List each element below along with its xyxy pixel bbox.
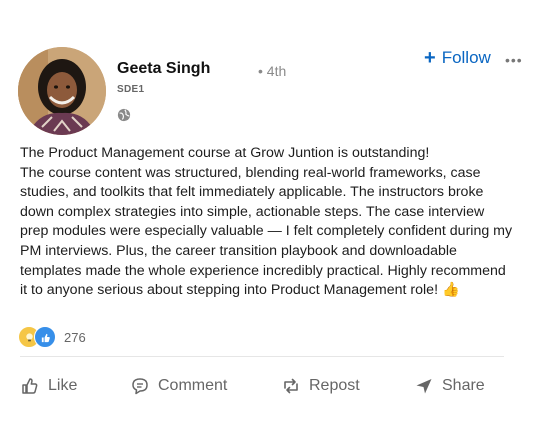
plus-icon: + (424, 47, 436, 69)
connection-degree: • 4th (258, 63, 287, 79)
divider (20, 356, 504, 357)
profile-photo (18, 47, 106, 135)
follow-button[interactable]: + Follow (424, 48, 491, 68)
share-button[interactable]: Share (414, 376, 485, 396)
repost-label: Repost (309, 377, 360, 394)
avatar[interactable] (18, 47, 106, 135)
thumbs-up-icon (22, 378, 38, 394)
post-line: The Product Management course at Grow Ju… (20, 145, 430, 161)
author-headline: SDE1 (117, 84, 145, 95)
send-icon (416, 379, 432, 394)
reactions-summary[interactable]: 276 (18, 326, 86, 348)
comment-button[interactable]: Comment (130, 376, 227, 396)
author-name[interactable]: Geeta Singh (117, 60, 210, 78)
comment-label: Comment (158, 377, 228, 394)
like-button[interactable]: Like (20, 376, 77, 396)
follow-label: Follow (441, 48, 491, 67)
comment-icon (132, 378, 148, 395)
post-line: The course content was structured, blend… (20, 164, 513, 299)
repost-button[interactable]: Repost (281, 376, 360, 396)
globe-icon (117, 108, 131, 122)
reaction-count: 276 (64, 329, 86, 345)
like-icon (34, 326, 56, 348)
like-label: Like (48, 377, 78, 394)
share-label: Share (442, 377, 485, 394)
more-options-icon[interactable]: ••• (505, 52, 523, 68)
repost-icon (284, 378, 298, 394)
post-body: The Product Management course at Grow Ju… (20, 144, 515, 301)
